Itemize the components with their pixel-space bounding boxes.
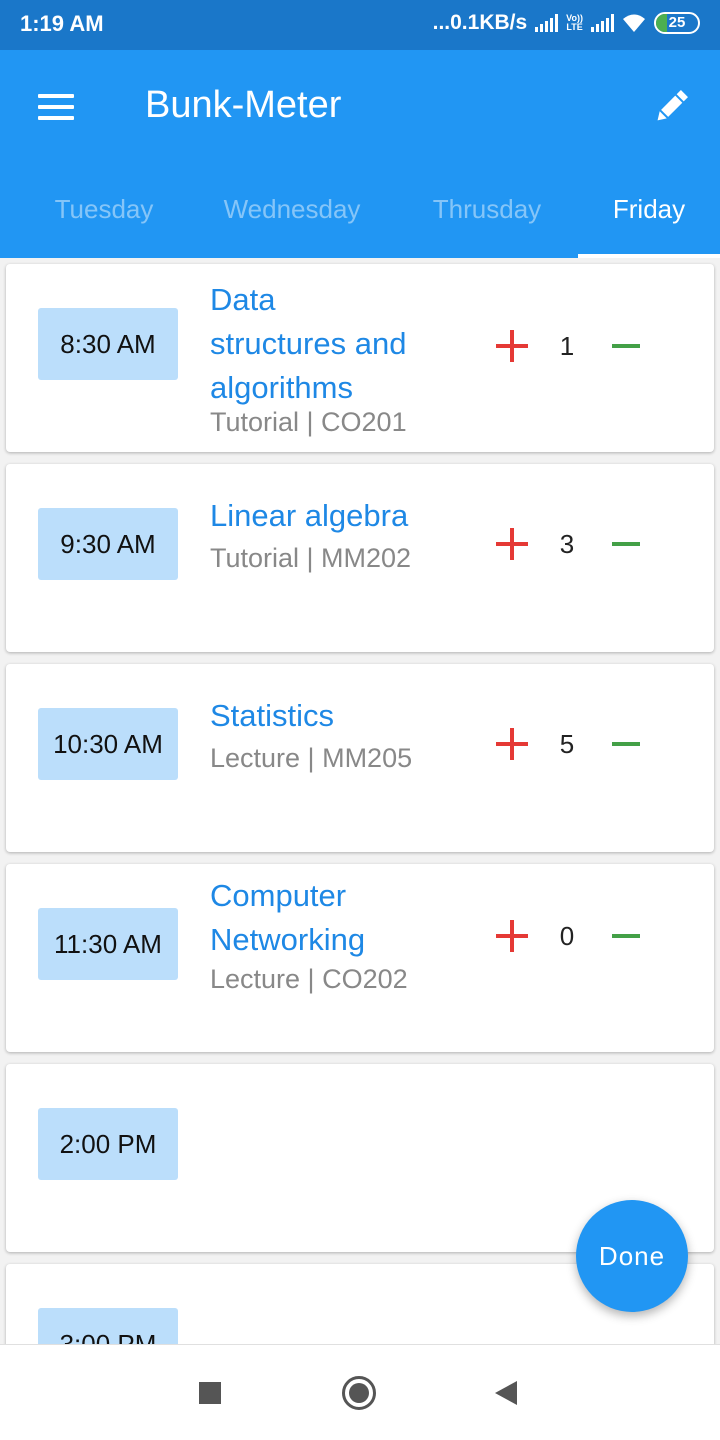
decrement-button[interactable] [612, 528, 640, 560]
bunk-count: 5 [559, 729, 575, 759]
increment-button[interactable] [496, 528, 528, 560]
class-card[interactable]: 11:30 AM Computer Networking Lecture | C… [6, 864, 714, 1052]
status-time: 1:19 AM [20, 11, 104, 36]
signal-icon [535, 14, 559, 32]
volte-icon: Vo)) LTE [566, 13, 583, 32]
app-bar: Bunk-Meter Tuesday Wednesday Thrusday Fr… [0, 50, 720, 258]
course-name-line: Statistics [210, 698, 335, 733]
course-name-line: Linear algebra [210, 498, 409, 533]
network-speed: ...0.1KB/s [432, 11, 528, 34]
bunk-count: 0 [559, 921, 575, 951]
course-name-line: Data [210, 282, 276, 317]
signal-icon-2 [591, 14, 614, 32]
course-meta: Tutorial | CO201 [210, 407, 407, 437]
time-chip: 8:30 AM [38, 308, 178, 380]
home-icon[interactable] [342, 1376, 376, 1410]
decrement-button[interactable] [612, 330, 640, 362]
class-card[interactable]: 10:30 AM Statistics Lecture | MM205 5 [6, 664, 714, 852]
status-icons: ...0.1KB/s Vo)) LTE 25 [433, 11, 700, 35]
tab-friday[interactable]: Friday [578, 180, 720, 258]
time-chip: 9:30 AM [38, 508, 178, 580]
hamburger-menu-icon[interactable] [38, 94, 74, 120]
course-name-line: algorithms [210, 370, 353, 405]
day-tabs: Tuesday Wednesday Thrusday Friday [0, 180, 720, 258]
class-card[interactable]: 8:30 AM Data structures and algorithms T… [6, 264, 714, 452]
recent-apps-icon[interactable] [199, 1382, 221, 1404]
decrement-button[interactable] [612, 728, 640, 760]
back-icon[interactable] [495, 1381, 517, 1405]
schedule-list[interactable]: 8:30 AM Data structures and algorithms T… [0, 258, 720, 1344]
time-chip: 3:00 PM [38, 1308, 178, 1344]
course-name-line: Computer [210, 878, 347, 913]
class-card[interactable]: 9:30 AM Linear algebra Tutorial | MM202 … [6, 464, 714, 652]
course-name-line: Networking [210, 922, 366, 957]
bunk-count: 3 [559, 529, 575, 559]
system-nav-bar [0, 1344, 720, 1440]
pencil-icon[interactable] [650, 86, 692, 128]
course-meta: Lecture | MM205 [210, 743, 413, 773]
battery-icon: 25 [654, 12, 700, 34]
time-chip: 2:00 PM [38, 1108, 178, 1180]
increment-button[interactable] [496, 728, 528, 760]
wifi-icon [623, 14, 645, 32]
time-chip: 11:30 AM [38, 908, 178, 980]
app-title: Bunk-Meter [145, 84, 342, 126]
decrement-button[interactable] [612, 920, 640, 952]
bunk-count: 1 [559, 331, 575, 361]
tab-thursday[interactable]: Thrusday [410, 180, 564, 258]
status-bar: 1:19 AM ...0.1KB/s Vo)) LTE 25 [0, 0, 720, 50]
done-button[interactable]: Done [576, 1200, 688, 1312]
course-meta: Lecture | CO202 [210, 964, 408, 994]
time-chip: 10:30 AM [38, 708, 178, 780]
tab-tuesday[interactable]: Tuesday [28, 180, 180, 258]
course-meta: Tutorial | MM202 [210, 543, 412, 573]
tab-wednesday[interactable]: Wednesday [200, 180, 384, 258]
course-name-line: structures and [210, 326, 407, 361]
increment-button[interactable] [496, 920, 528, 952]
increment-button[interactable] [496, 330, 528, 362]
